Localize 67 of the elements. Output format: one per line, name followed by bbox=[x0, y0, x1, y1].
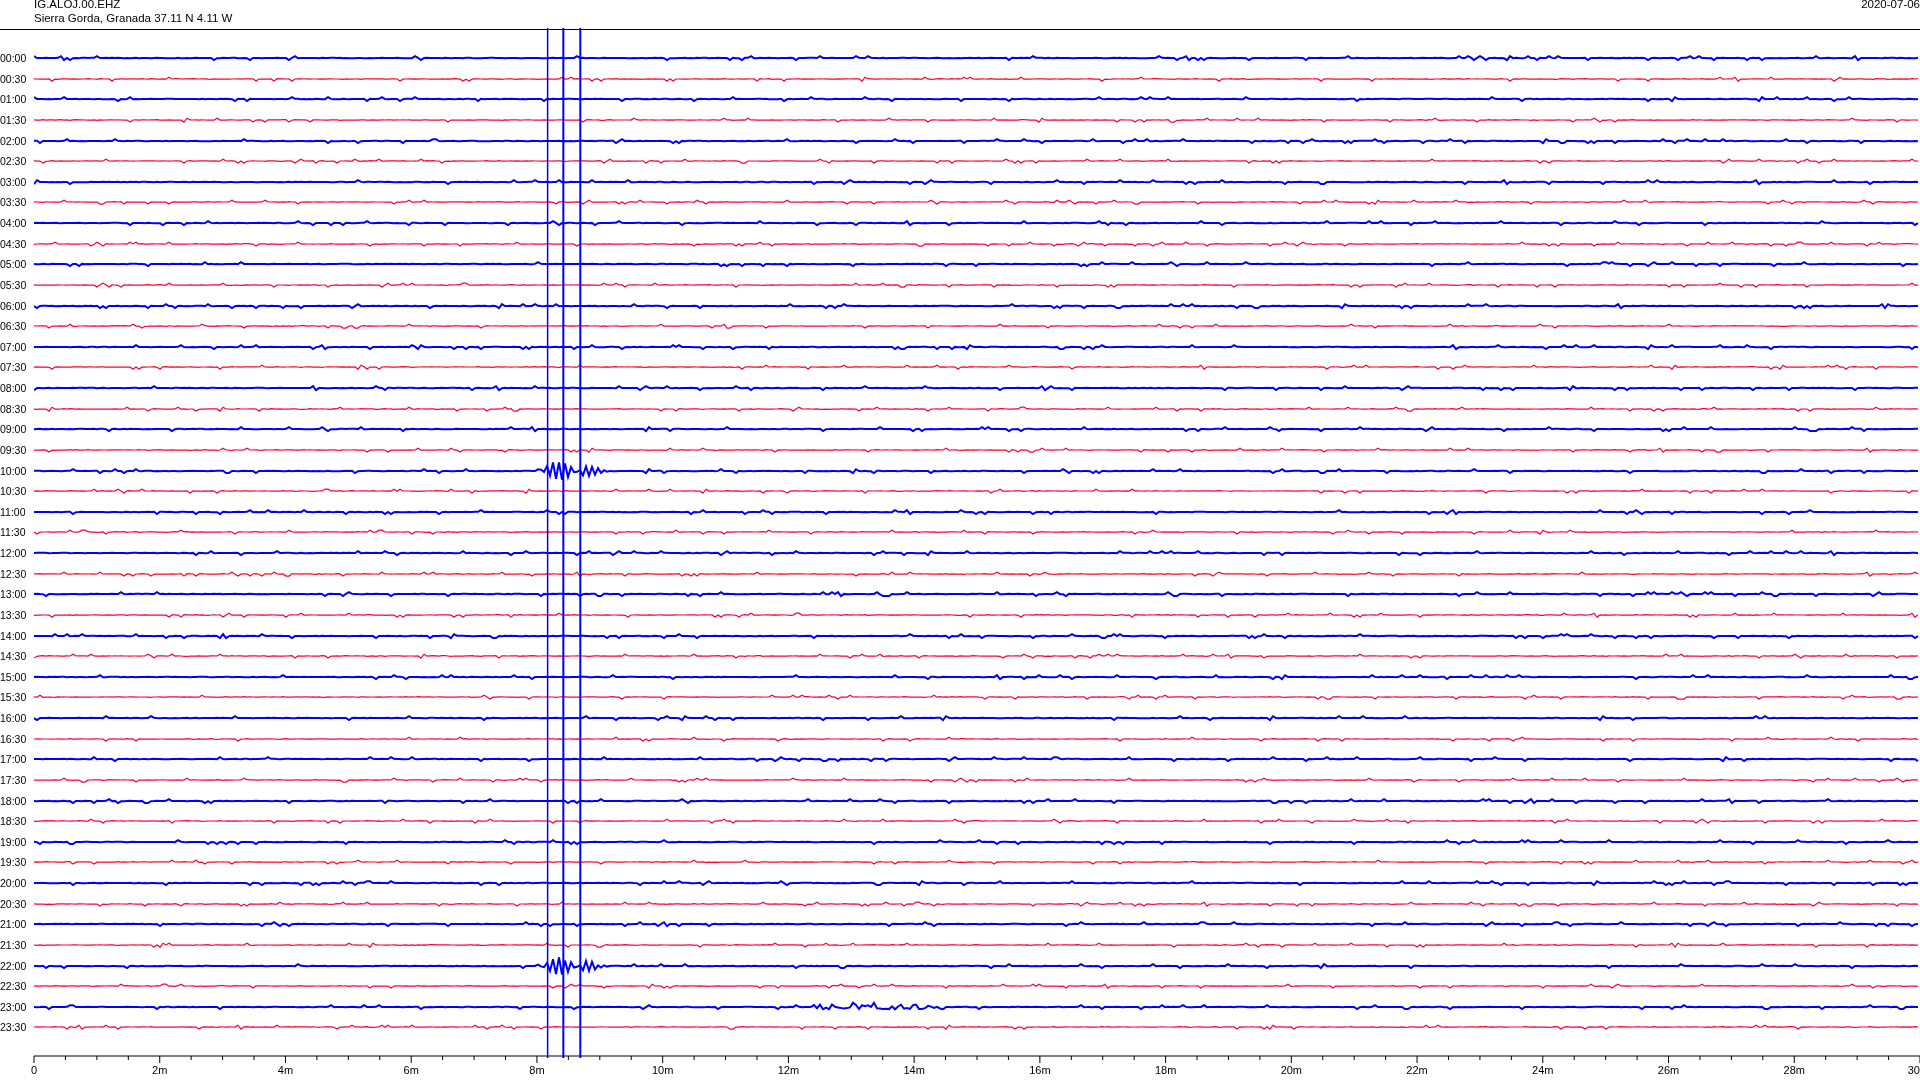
axis-label: 30 bbox=[1907, 1064, 1920, 1076]
time-label: 01:30 bbox=[0, 113, 28, 126]
time-label: 04:00 bbox=[0, 217, 28, 229]
time-label: 15:30 bbox=[0, 691, 28, 704]
time-label: 13:00 bbox=[0, 588, 28, 601]
time-label: 08:30 bbox=[0, 402, 28, 415]
time-label: 20:00 bbox=[0, 877, 28, 889]
time-label: 23:00 bbox=[0, 1000, 28, 1013]
time-label: 19:00 bbox=[0, 835, 28, 848]
time-label: 17:30 bbox=[0, 773, 28, 786]
time-label: 16:00 bbox=[0, 712, 28, 724]
axis-label: 18m bbox=[1154, 1064, 1177, 1076]
time-label: 06:30 bbox=[0, 320, 28, 333]
station-location: Sierra Gorda, Granada 37.11 N 4.11 W bbox=[34, 11, 233, 25]
axis-label: 10m bbox=[651, 1064, 674, 1076]
time-label: 10:30 bbox=[0, 485, 28, 498]
time-label: 23:30 bbox=[0, 1021, 28, 1034]
time-label: 20:30 bbox=[0, 897, 28, 910]
axis-label: 4m bbox=[277, 1064, 294, 1076]
time-label: 11:00 bbox=[0, 505, 27, 518]
axis-label: 2m bbox=[152, 1064, 168, 1076]
time-label: 05:00 bbox=[0, 258, 28, 271]
time-label: 22:00 bbox=[0, 959, 28, 972]
time-label: 07:30 bbox=[0, 361, 28, 374]
time-label: 00:00 bbox=[0, 52, 28, 64]
axis-label: 16m bbox=[1029, 1064, 1051, 1076]
time-label: 01:00 bbox=[0, 93, 28, 106]
time-label: 02:00 bbox=[0, 134, 28, 147]
axis-label: 22m bbox=[1406, 1064, 1428, 1076]
time-label: 11:30 bbox=[0, 526, 27, 539]
time-label: 19:30 bbox=[0, 856, 28, 869]
axis-label: 12m bbox=[777, 1064, 800, 1076]
time-label: 07:00 bbox=[0, 340, 28, 353]
time-label: 03:30 bbox=[0, 196, 28, 209]
time-label: 03:00 bbox=[0, 175, 28, 188]
axis-label: 6m bbox=[403, 1064, 419, 1076]
time-label: 15:00 bbox=[0, 670, 28, 683]
time-label: 04:30 bbox=[0, 237, 28, 250]
time-label: 14:30 bbox=[0, 650, 28, 663]
station-code: IG.ALOJ.00.EHZ bbox=[34, 0, 122, 11]
axis-label: 0 bbox=[30, 1064, 38, 1076]
time-label: 13:30 bbox=[0, 608, 28, 621]
axis-label: 28m bbox=[1783, 1064, 1805, 1076]
plot-date: 2020-07-06 bbox=[1861, 0, 1920, 12]
time-label: 17:00 bbox=[0, 753, 28, 766]
time-label: 18:30 bbox=[0, 815, 28, 828]
time-label: 02:30 bbox=[0, 155, 28, 168]
time-label: 10:00 bbox=[0, 464, 28, 477]
time-label: 00:30 bbox=[0, 72, 28, 85]
time-label: 05:30 bbox=[0, 278, 28, 291]
time-label: 21:30 bbox=[0, 938, 28, 951]
axis-label: 8m bbox=[529, 1064, 545, 1076]
time-label: 08:00 bbox=[0, 382, 28, 394]
time-label: 12:00 bbox=[0, 547, 28, 559]
time-label: 16:30 bbox=[0, 732, 28, 745]
time-label: 18:00 bbox=[0, 794, 28, 807]
axis-label: 26m bbox=[1657, 1064, 1680, 1076]
time-label: 21:00 bbox=[0, 918, 28, 931]
axis-label: 24m bbox=[1532, 1064, 1554, 1076]
axis-label: 14m bbox=[903, 1064, 925, 1076]
time-label: 14:00 bbox=[0, 629, 28, 642]
time-label: 09:30 bbox=[0, 443, 28, 456]
time-label: 12:30 bbox=[0, 567, 28, 580]
time-label: 22:30 bbox=[0, 980, 28, 993]
axis-label: 20m bbox=[1280, 1064, 1303, 1076]
time-label: 09:00 bbox=[0, 423, 28, 436]
time-label: 06:00 bbox=[0, 299, 28, 312]
